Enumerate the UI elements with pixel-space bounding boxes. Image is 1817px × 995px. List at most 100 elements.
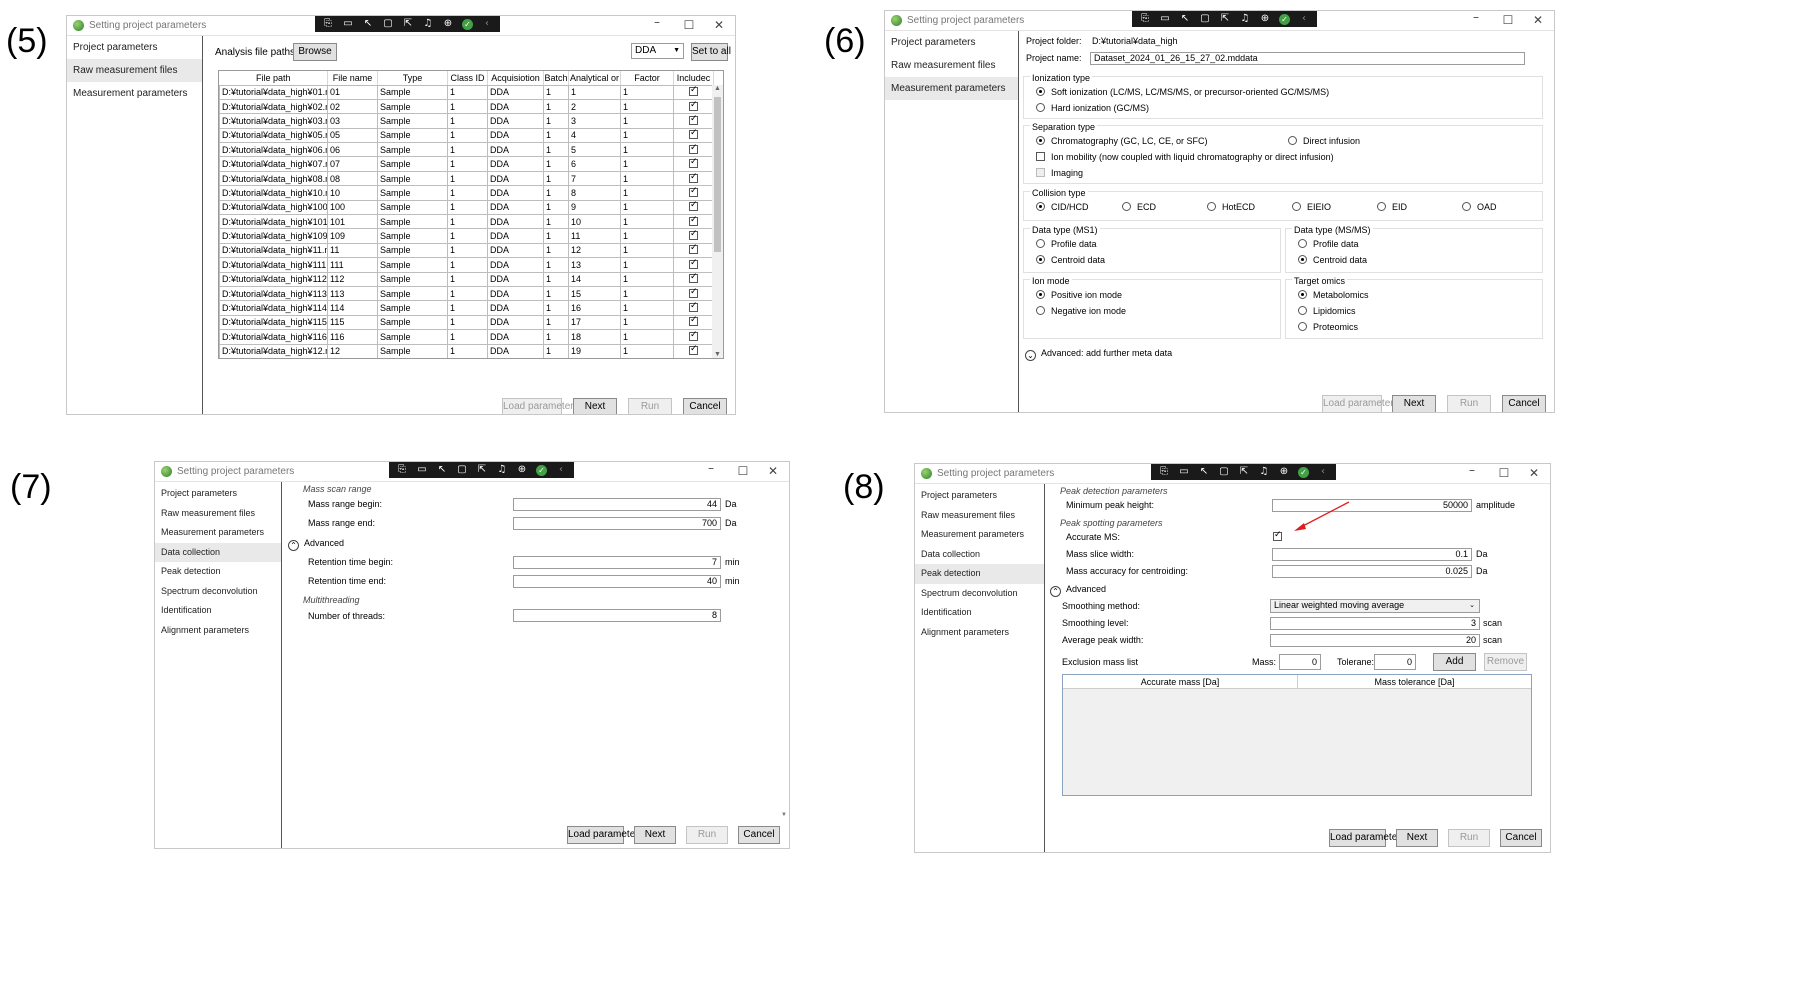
sidebar-item-data-collection[interactable]: Data collection xyxy=(915,545,1044,565)
column-header[interactable]: Analytical or xyxy=(568,71,621,86)
table-cell[interactable]: D:¥tutorial¥data_high¥112.r xyxy=(219,271,328,287)
sidebar-item-peak-detection[interactable]: Peak detection xyxy=(915,564,1044,584)
rt-begin-input[interactable]: 7 xyxy=(513,556,721,569)
radio-proteomics[interactable]: Proteomics xyxy=(1298,322,1358,332)
set-to-all-button[interactable]: Set to all xyxy=(691,43,731,61)
radio-negative-ion[interactable]: Negative ion mode xyxy=(1036,306,1126,316)
maximize-icon[interactable]: ☐ xyxy=(681,18,697,32)
mass-range-end-input[interactable]: 700 xyxy=(513,517,721,530)
table-cell[interactable]: 1 xyxy=(620,314,674,331)
radio-metabolomics[interactable]: Metabolomics xyxy=(1298,290,1369,300)
table-cell[interactable]: 1 xyxy=(447,285,488,302)
advanced-expander[interactable]: ⌃ Advanced xyxy=(1050,584,1106,597)
checkbox-ion-mobility[interactable]: Ion mobility (now coupled with liquid ch… xyxy=(1036,152,1334,162)
table-cell[interactable]: D:¥tutorial¥data_high¥111.r xyxy=(219,257,328,273)
table-cell[interactable]: DDA xyxy=(487,127,544,144)
pointer-icon[interactable]: ↖ xyxy=(359,16,377,32)
sidebar-item-raw-measurement-files[interactable]: Raw measurement files xyxy=(915,506,1044,526)
cancel-button[interactable]: Cancel xyxy=(1500,829,1542,847)
table-cell[interactable]: 05 xyxy=(327,127,378,144)
table-cell[interactable]: 19 xyxy=(568,343,621,358)
close-icon[interactable]: ✕ xyxy=(1530,13,1546,27)
table-cell[interactable]: D:¥tutorial¥data_high¥01.m xyxy=(219,84,328,100)
table-cell[interactable]: 06 xyxy=(327,142,378,158)
table-row[interactable]: D:¥tutorial¥data_high¥10.m 10 Sample 1 DDA 1 8… xyxy=(219,185,714,201)
advanced-expander[interactable]: ⌃ Advanced xyxy=(288,538,344,551)
load-parameter-button[interactable]: Load parameter xyxy=(1329,829,1401,847)
remove-button[interactable]: Remove xyxy=(1484,653,1527,671)
table-cell[interactable]: D:¥tutorial¥data_high¥100.r xyxy=(219,199,328,216)
table-cell[interactable]: 7 xyxy=(568,170,621,187)
table-cell[interactable]: 1 xyxy=(620,228,674,244)
table-row[interactable]: D:¥tutorial¥data_high¥100.r 100 Sample 1 DDA… xyxy=(219,199,714,216)
sidebar-item-measurement-parameters[interactable]: Measurement parameters xyxy=(885,77,1018,100)
table-cell[interactable]: 1 xyxy=(447,185,488,201)
acquisition-select[interactable]: DDA ▼ xyxy=(631,43,684,59)
window-capture-icon[interactable]: ▭ xyxy=(1175,464,1193,480)
table-cell[interactable]: DDA xyxy=(487,170,544,187)
table-cell[interactable]: 1 xyxy=(543,300,569,316)
column-header[interactable]: File name xyxy=(327,71,378,86)
table-cell[interactable]: 1 xyxy=(447,84,488,100)
window-capture-icon[interactable]: ▭ xyxy=(1156,11,1174,27)
close-icon[interactable]: ✕ xyxy=(765,464,781,478)
table-cell[interactable]: 113 xyxy=(327,285,378,302)
table-cell[interactable]: 1 xyxy=(543,285,569,302)
table-cell[interactable]: 1 xyxy=(447,329,488,345)
accessibility-icon[interactable]: ⊕ xyxy=(439,16,457,32)
cancel-button[interactable]: Cancel xyxy=(683,398,727,414)
maximize-icon[interactable]: ☐ xyxy=(1496,466,1512,480)
radio-chromatography[interactable]: Chromatography (GC, LC, CE, or SFC) xyxy=(1036,136,1208,146)
table-cell[interactable]: Sample xyxy=(377,170,448,187)
table-cell[interactable]: Sample xyxy=(377,142,448,158)
table-cell[interactable]: Sample xyxy=(377,242,448,259)
column-header-mass-tolerance[interactable]: Mass tolerance [Da] xyxy=(1298,675,1531,689)
table-cell[interactable]: 01 xyxy=(327,84,378,100)
table-cell[interactable]: 1 xyxy=(447,170,488,187)
table-cell[interactable]: 1 xyxy=(568,84,621,100)
radio-positive-ion[interactable]: Positive ion mode xyxy=(1036,290,1122,300)
exclusion-tolerance-input[interactable]: 0 xyxy=(1374,654,1416,670)
next-button[interactable]: Next xyxy=(634,826,676,844)
included-checkbox[interactable] xyxy=(673,285,714,302)
table-cell[interactable]: 100 xyxy=(327,199,378,216)
run-button[interactable]: Run xyxy=(628,398,672,414)
included-checkbox[interactable] xyxy=(673,242,714,259)
table-row[interactable]: D:¥tutorial¥data_high¥113.r 113 Sample 1 DDA… xyxy=(219,285,714,302)
table-cell[interactable]: Sample xyxy=(377,271,448,287)
screen-capture-icon[interactable]: ⎘ xyxy=(319,16,337,32)
table-cell[interactable]: 1 xyxy=(543,185,569,201)
maximize-icon[interactable]: ☐ xyxy=(735,464,751,478)
table-cell[interactable]: 1 xyxy=(543,228,569,244)
table-cell[interactable]: 1 xyxy=(620,242,674,259)
column-header[interactable]: File path xyxy=(219,71,328,86)
table-cell[interactable]: 1 xyxy=(620,156,674,172)
table-cell[interactable]: Sample xyxy=(377,84,448,100)
audio-icon[interactable]: ♫ xyxy=(1236,11,1254,27)
close-icon[interactable]: ✕ xyxy=(1526,466,1542,480)
sidebar-item-spectrum-deconvolution[interactable]: Spectrum deconvolution xyxy=(155,582,281,602)
threads-input[interactable]: 8 xyxy=(513,609,721,622)
minimize-icon[interactable]: – xyxy=(649,16,665,29)
table-cell[interactable]: 1 xyxy=(620,285,674,302)
table-cell[interactable]: 1 xyxy=(447,228,488,244)
table-cell[interactable]: 1 xyxy=(543,257,569,273)
rt-end-input[interactable]: 40 xyxy=(513,575,721,588)
sidebar-item-alignment-parameters[interactable]: Alignment parameters xyxy=(915,623,1044,643)
column-header[interactable]: Class ID xyxy=(447,71,488,86)
sidebar-item-raw-measurement-files[interactable]: Raw measurement files xyxy=(67,59,202,82)
sidebar-item-raw-measurement-files[interactable]: Raw measurement files xyxy=(155,504,281,524)
table-cell[interactable]: D:¥tutorial¥data_high¥109.r xyxy=(219,228,328,244)
pointer-icon[interactable]: ↖ xyxy=(1195,464,1213,480)
window-capture-icon[interactable]: ▭ xyxy=(413,462,431,478)
table-row[interactable]: D:¥tutorial¥data_high¥101.r 101 Sample 1 DDA… xyxy=(219,214,714,230)
table-cell[interactable]: D:¥tutorial¥data_high¥113.r xyxy=(219,285,328,302)
table-cell[interactable]: 18 xyxy=(568,329,621,345)
radio-hotecd[interactable]: HotECD xyxy=(1207,202,1255,212)
accurate-ms-checkbox[interactable] xyxy=(1273,530,1282,541)
radio-ms1-profile[interactable]: Profile data xyxy=(1036,239,1097,249)
table-cell[interactable]: DDA xyxy=(487,113,544,129)
table-row[interactable]: D:¥tutorial¥data_high¥11.m 11 Sample 1 DDA 1 1… xyxy=(219,242,714,259)
table-cell[interactable]: 07 xyxy=(327,156,378,172)
collapse-icon[interactable]: ‹ xyxy=(552,462,570,478)
